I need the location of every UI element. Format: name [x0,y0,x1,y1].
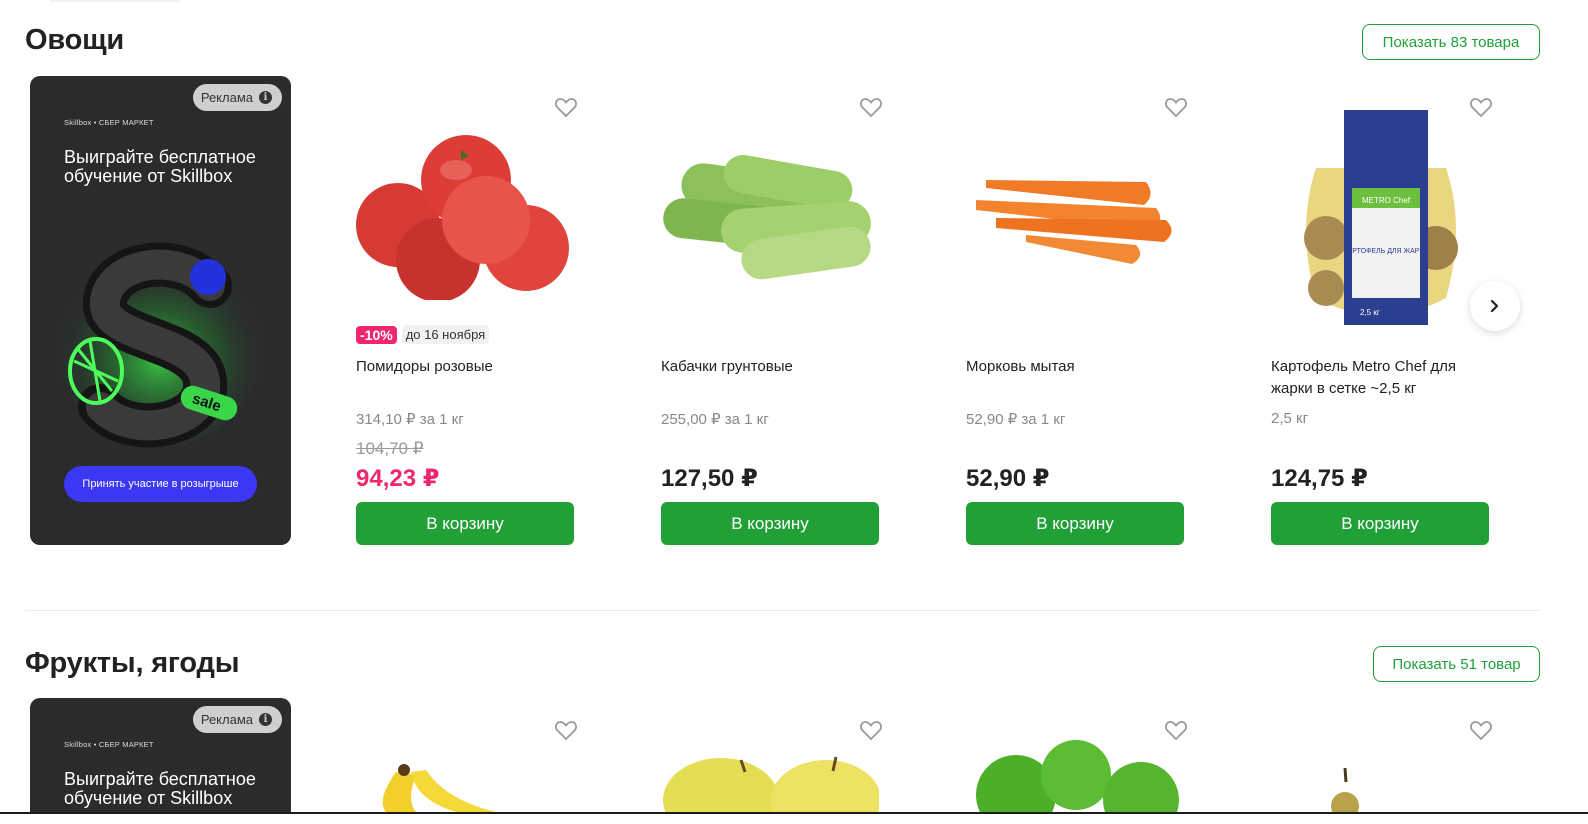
heart-icon[interactable] [1469,96,1493,118]
ad-badge[interactable]: Реклама i [192,84,282,111]
heart-icon[interactable] [1164,719,1188,741]
heart-icon[interactable] [1164,96,1188,118]
heart-icon[interactable] [1469,719,1493,741]
product-name[interactable]: Картофель Metro Chef для жарки в сетке ~… [1271,356,1501,400]
product-name[interactable]: Помидоры розовые [356,356,576,378]
ad-badge-label: Реклама [200,90,253,105]
pack-label: КАРТОФЕЛЬ ДЛЯ ЖАРКИ [1344,248,1429,255]
ad-headline: Выиграйте бесплатное обучение от Skillbo… [64,769,256,808]
product-image-bananas[interactable] [356,760,556,812]
heart-icon[interactable] [554,719,578,741]
add-to-cart-button[interactable]: В корзину [661,502,879,545]
product-name[interactable]: Морковь мытая [966,356,1186,378]
info-icon: i [259,713,272,726]
section-title-fruits: Фрукты, ягоды [25,647,240,679]
carousel-next-button[interactable] [1470,281,1520,331]
promo-badge: -10% до 16 ноября [356,325,490,344]
product-image-potatoes[interactable]: METRO Chef КАРТОФЕЛЬ ДЛЯ ЖАРКИ 2,5 кг [1296,108,1466,328]
unit-price: 255,00 ₽ за 1 кг [661,411,769,428]
ad-cta-button[interactable]: Принять участие в розыгрыше [64,466,257,502]
add-to-cart-button[interactable]: В корзину [966,502,1184,545]
show-all-vegetables-button[interactable]: Показать 83 товара [1362,24,1540,60]
product-price: 127,50 ₽ [661,465,758,492]
chevron-right-icon [1490,299,1499,313]
info-icon: i [259,91,272,104]
ad-banner[interactable]: Реклама i Skillbox • СБЕР МАРКЕТ Выиграй… [30,698,291,824]
show-all-fruits-button[interactable]: Показать 51 товар [1373,646,1540,682]
unit-price: 2,5 кг [1271,410,1309,427]
promo-until: до 16 ноября [401,325,490,344]
ad-illustration: sale [60,242,260,448]
heart-icon[interactable] [859,96,883,118]
ad-brand: Skillbox • СБЕР МАРКЕТ [64,118,154,127]
product-price: 94,23 ₽ [356,465,440,492]
pack-weight: 2,5 кг [1360,308,1380,317]
unit-price: 314,10 ₽ за 1 кг [356,411,464,428]
ad-badge-label: Реклама [200,712,253,727]
unit-price: 52,90 ₽ за 1 кг [966,411,1066,428]
product-price: 124,75 ₽ [1271,465,1368,492]
pack-brand: METRO Chef [1362,196,1411,205]
product-image-apples-green[interactable] [976,740,1182,812]
product-name[interactable]: Кабачки грунтовые [661,356,881,378]
product-image-tomatoes[interactable] [356,130,574,300]
ad-banner[interactable]: Реклама i Skillbox • СБЕР МАРКЕТ Выиграй… [30,76,291,545]
add-to-cart-button[interactable]: В корзину [356,502,574,545]
add-to-cart-button[interactable]: В корзину [1271,502,1489,545]
old-price: 104,70 ₽ [356,439,424,458]
product-image-zucchini[interactable] [661,155,879,280]
section-title-vegetables: Овощи [25,24,125,56]
product-price: 52,90 ₽ [966,465,1050,492]
top-divider [50,0,180,2]
product-image-carrots[interactable] [966,160,1186,270]
discount-badge: -10% [356,325,397,344]
product-image-pear[interactable] [1330,768,1360,812]
ad-brand: Skillbox • СБЕР МАРКЕТ [64,740,154,749]
product-image-apples-yellow[interactable] [661,755,879,812]
page-bottom-edge [0,812,1588,824]
heart-icon[interactable] [554,96,578,118]
ad-badge[interactable]: Реклама i [192,706,282,733]
heart-icon[interactable] [859,719,883,741]
section-divider [25,610,1540,611]
ad-headline: Выиграйте бесплатное обучение от Skillbo… [64,147,256,186]
